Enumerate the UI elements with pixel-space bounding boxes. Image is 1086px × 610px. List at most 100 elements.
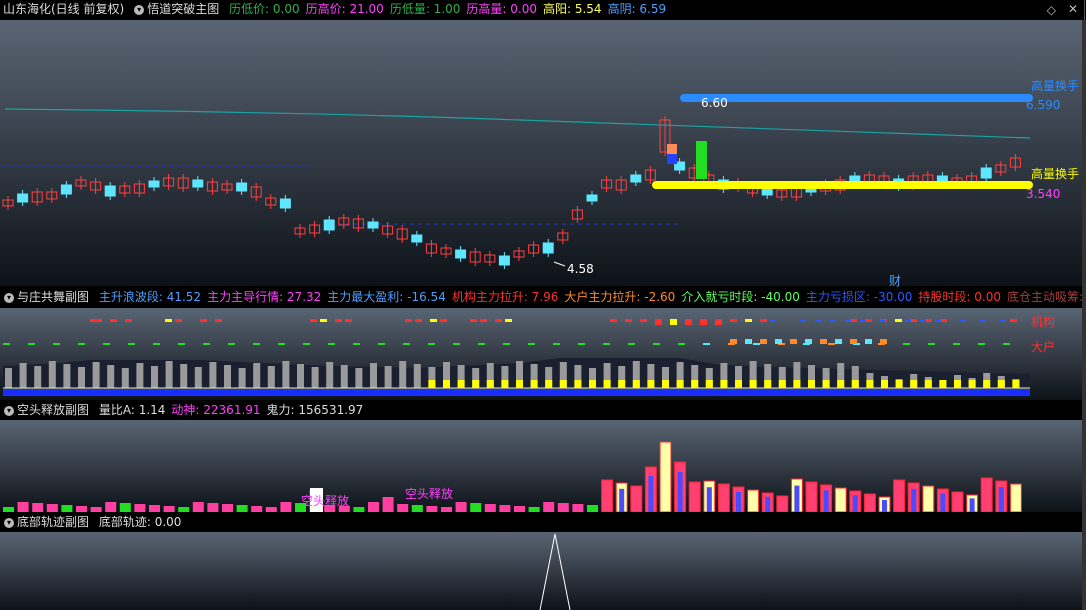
big-holder-marker <box>28 343 35 345</box>
stat-item: 主力主导行情: 27.32 <box>207 290 322 304</box>
volume-bar <box>922 485 935 512</box>
dance-subchart-panel[interactable]: ▾ 与庄共舞副图 主升浪波段: 41.52 主力主导行情: 27.32 主力最大盈利:… <box>0 288 1085 400</box>
candle-body <box>279 198 291 209</box>
finance-marker[interactable]: 财 <box>889 272 901 289</box>
stat-item: 历低价: 0.00 <box>229 2 300 16</box>
volume-bar <box>163 506 175 512</box>
inst-marker <box>110 319 117 322</box>
inst-marker <box>345 319 352 322</box>
inst-marker <box>895 319 902 322</box>
gray-bar <box>34 366 42 388</box>
short-release-title[interactable]: 空头释放副图 <box>17 403 89 417</box>
volume-bar <box>863 493 876 512</box>
inst-marker <box>610 319 617 322</box>
gray-bar <box>194 367 202 388</box>
volume-bar <box>951 491 964 512</box>
volume-bar <box>382 497 394 512</box>
volume-bar <box>411 505 423 512</box>
inst-marker <box>440 319 447 322</box>
stat-item: 高阴: 6.59 <box>607 2 667 16</box>
big-holder-marker <box>775 339 782 344</box>
inner-bar <box>823 490 829 512</box>
right-scrollbar[interactable] <box>1082 20 1086 610</box>
bottom-plot-area[interactable] <box>0 532 1084 610</box>
volume-bar <box>776 495 789 512</box>
candle-body <box>980 167 992 179</box>
stat-item: 量比A: 1.14 <box>98 403 166 417</box>
chevron-down-icon[interactable]: ▾ <box>4 292 14 303</box>
inst-marker <box>495 319 502 322</box>
gray-bar <box>370 363 377 388</box>
inst-marker <box>125 319 132 322</box>
inst-marker <box>95 319 102 322</box>
inst-marker <box>670 319 677 325</box>
stat-item: 历高量: 0.00 <box>466 2 537 16</box>
gray-bar <box>5 368 12 388</box>
inst-marker <box>165 319 172 322</box>
gray-bar <box>92 362 100 388</box>
close-icon[interactable]: ✕ <box>1068 2 1078 16</box>
big-holder-marker <box>978 343 985 345</box>
big-holder-marker <box>653 343 660 345</box>
inst-marker <box>940 319 947 322</box>
inner-bar <box>648 476 654 512</box>
volume-bar <box>61 505 73 512</box>
yellow-bar <box>662 380 669 388</box>
volume-bar <box>105 502 117 512</box>
stat-item: 主力亏损区: -30.00 <box>805 290 913 304</box>
yellow-bar <box>501 380 509 388</box>
volume-bar <box>3 507 14 512</box>
volume-bar <box>688 481 701 512</box>
yellow-bar <box>632 380 640 388</box>
volume-bar <box>192 502 204 512</box>
gray-bar <box>267 366 275 388</box>
inner-bar <box>794 485 800 512</box>
bottom-track-header: ▾ 底部轨迹副图 底部轨迹: 0.00 <box>0 513 1084 532</box>
price-high-level: 6.590 <box>1026 98 1061 112</box>
big-holder-marker <box>78 343 85 345</box>
volume-bar <box>630 485 643 512</box>
main-plot-area[interactable]: 高量换手 6.590 高量换手 3.540 6.60 4.58 财 <box>0 20 1084 289</box>
chevron-down-icon[interactable]: ▾ <box>4 517 14 528</box>
bottom-track-title[interactable]: 底部轨迹副图 <box>17 515 89 529</box>
big-holder-marker <box>678 343 685 345</box>
volume-bar <box>980 477 993 512</box>
main-indicator-name[interactable]: 悟道突破主图 <box>147 2 219 16</box>
volume-bar <box>543 502 555 512</box>
volume-bar <box>499 505 511 512</box>
gray-bar <box>121 368 129 388</box>
inst-marker <box>745 319 752 322</box>
inst-marker <box>865 319 872 322</box>
dance-subchart-title[interactable]: 与庄共舞副图 <box>17 290 89 304</box>
inner-bar <box>706 487 712 512</box>
inst-marker <box>430 319 437 322</box>
volume-bar <box>747 489 760 512</box>
candle-body <box>104 185 116 197</box>
yellow-bar <box>808 380 815 388</box>
big-holder-marker <box>880 339 887 344</box>
candle-body <box>455 249 467 259</box>
yellow-bar <box>486 380 494 388</box>
volume-bar <box>207 503 219 512</box>
short-release-subchart-panel[interactable]: ▾ 空头释放副图 量比A: 1.14 动神: 22361.91 鬼力: 156531.… <box>0 401 1085 512</box>
yellow-bar <box>881 380 888 388</box>
stat-item: 介入就亏时段: -40.00 <box>681 290 800 304</box>
peak-price-label: 6.60 <box>701 96 728 110</box>
gray-bar <box>136 363 144 388</box>
bottom-track-subchart-panel[interactable]: ▾ 底部轨迹副图 底部轨迹: 0.00 <box>0 513 1085 610</box>
stat-item: 机构主力拉升: 7.96 <box>451 290 559 304</box>
volume-bar <box>659 441 672 512</box>
short-plot-area[interactable]: 空头释放 空头释放 <box>0 420 1084 512</box>
yellow-bar <box>443 380 450 388</box>
dance-plot-area[interactable]: 机构 大户 <box>0 308 1084 400</box>
chevron-down-icon[interactable]: ▾ <box>4 405 14 416</box>
main-chart-panel[interactable]: 山东海化(日线 前复权) ▾ 悟道突破主图 历低价: 0.00 历高价: 21.00 历… <box>0 0 1085 289</box>
diamond-icon[interactable]: ◇ <box>1047 3 1056 17</box>
inner-bar <box>940 493 946 512</box>
stat-item: 历低量: 1.00 <box>389 2 461 16</box>
stat-item: 鬼力: 156531.97 <box>266 403 364 417</box>
stat-item: 底部轨迹: 0.00 <box>98 515 182 529</box>
big-holder-marker <box>790 339 797 344</box>
inst-marker <box>215 319 222 322</box>
chevron-down-icon[interactable]: ▾ <box>134 4 145 15</box>
